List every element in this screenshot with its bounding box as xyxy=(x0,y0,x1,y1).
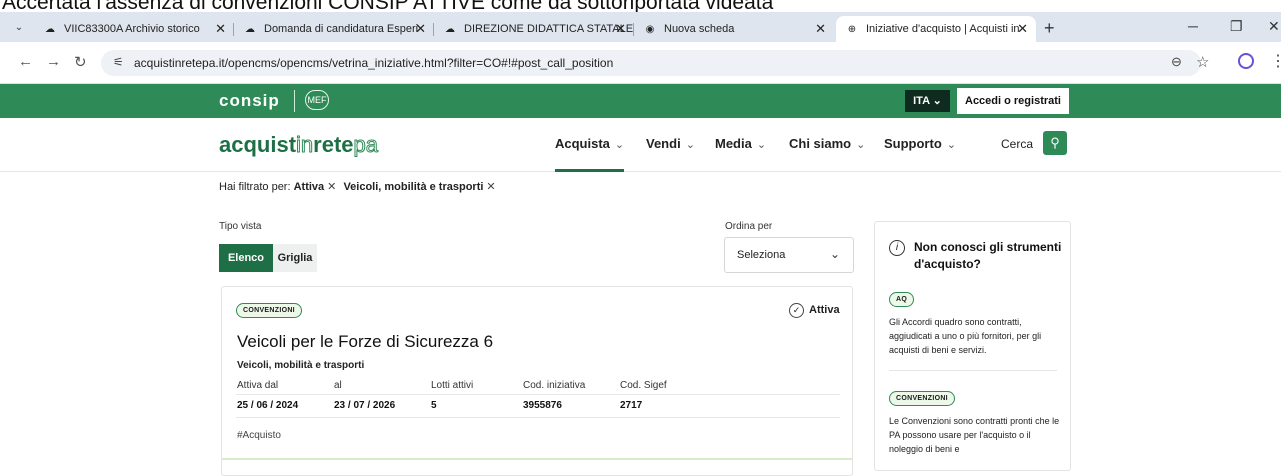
sort-value: Seleziona xyxy=(737,249,786,261)
view-list-button[interactable]: Elenco xyxy=(219,244,273,272)
filter-chip-attiva: Attiva xyxy=(293,181,325,193)
forward-icon[interactable]: → xyxy=(46,53,61,70)
chevron-down-icon: ⌄ xyxy=(932,95,942,107)
initiative-category: Veicoli, mobilità e trasporti xyxy=(237,360,365,371)
chevron-down-icon: ⌄ xyxy=(946,139,956,151)
view-grid-button[interactable]: Griglia xyxy=(273,244,317,272)
address-bar: ← → ↻ ⚟ acquistinretepa.it/opencms/openc… xyxy=(0,42,1281,84)
consip-logo[interactable]: cоnsip xyxy=(219,91,280,111)
close-icon[interactable]: ✕ xyxy=(215,16,226,42)
status-badge: ✓ Attiva xyxy=(789,303,840,318)
field-value: 2717 xyxy=(620,400,643,411)
sidebar-title: Non conosci gli strumenti d'acquisto? xyxy=(914,240,1062,271)
aq-badge: AQ xyxy=(889,292,915,307)
cloud-icon: ☁ xyxy=(245,24,255,35)
remove-filter-icon[interactable]: ✕ xyxy=(486,181,495,193)
search-label[interactable]: Cerca xyxy=(1001,137,1033,151)
field-value: 3955876 xyxy=(523,400,562,411)
tab-archivio[interactable]: ☁ VIIC83300A Archivio storico ✕ xyxy=(34,16,234,42)
convenzioni-badge: CONVENZIONI xyxy=(889,391,955,406)
mef-logo[interactable]: MEF xyxy=(305,90,329,110)
lang-label: ITA xyxy=(913,95,930,107)
help-sidebar: i Non conosci gli strumenti d'acquisto? … xyxy=(874,221,1071,471)
tab-domanda[interactable]: ☁ Domanda di candidatura Esperi ✕ xyxy=(234,16,434,42)
tab-direzione[interactable]: ☁ DIREZIONE DIDATTICA STATALE ✕ xyxy=(434,16,634,42)
tab-label: Domanda di candidatura Esperi xyxy=(264,23,419,35)
active-filters: Hai filtrato per: Attiva ✕ Veicoli, mobil… xyxy=(219,180,500,193)
consip-topbar: cоnsip MEF ITA ⌄ Accedi o registrati xyxy=(0,84,1281,118)
chevron-down-icon: ⌄ xyxy=(856,139,866,151)
tab-label: Nuova scheda xyxy=(664,23,735,35)
filters-prefix: Hai filtrato per: xyxy=(219,181,291,193)
convenzioni-description: Le Convenzioni sono contratti pronti che… xyxy=(889,416,1060,454)
browser-tab-bar: ⌄ ☁ VIIC83300A Archivio storico ✕ ☁ Domand… xyxy=(0,12,1281,42)
tab-label: VIIC83300A Archivio storico xyxy=(64,23,200,35)
close-icon[interactable]: ✕ xyxy=(415,16,426,42)
chevron-down-icon: ⌄ xyxy=(614,139,625,151)
window-close-icon[interactable]: ✕ xyxy=(1268,18,1280,35)
chrome-icon: ◉ xyxy=(645,24,655,35)
reload-icon[interactable]: ↻ xyxy=(74,53,87,71)
profile-icon[interactable] xyxy=(1238,53,1254,69)
info-icon: i xyxy=(889,240,905,256)
close-icon[interactable]: ✕ xyxy=(615,16,626,42)
back-icon[interactable]: ← xyxy=(18,53,33,70)
nav-vendi[interactable]: Vendi ⌄ xyxy=(646,136,695,151)
convenzioni-badge: CONVENZIONI xyxy=(236,303,302,318)
menu-kebab-icon[interactable]: ⋮ xyxy=(1270,51,1281,71)
view-type-label: Tipo vista xyxy=(219,221,262,232)
url-field[interactable]: ⚟ acquistinretepa.it/opencms/opencms/vet… xyxy=(101,50,1201,76)
new-tab-icon[interactable]: + xyxy=(1044,16,1055,40)
tab-label: DIREZIONE DIDATTICA STATALE xyxy=(464,23,634,35)
cloud-icon: ☁ xyxy=(45,24,55,35)
field-label: Cod. Sigef xyxy=(620,380,667,391)
close-icon[interactable]: ✕ xyxy=(815,16,826,42)
field-value: 5 xyxy=(431,400,437,411)
login-button[interactable]: Accedi o registrati xyxy=(957,88,1069,114)
bookmark-star-icon[interactable]: ☆ xyxy=(1196,53,1209,71)
field-value: 23 / 07 / 2026 xyxy=(334,400,396,411)
initiative-card[interactable]: CONVENZIONI ✓ Attiva Veicoli per le Forze… xyxy=(221,286,853,476)
field-value: 25 / 06 / 2024 xyxy=(237,400,299,411)
tab-label: Iniziative d'acquisto | Acquisti in xyxy=(866,23,1020,35)
site-settings-icon[interactable]: ⚟ xyxy=(113,55,124,69)
nav-media[interactable]: Media ⌄ xyxy=(715,136,766,151)
chevron-down-icon: ⌄ xyxy=(756,139,767,151)
hashtag[interactable]: #Acquisto xyxy=(237,430,281,441)
tab-nuova-scheda[interactable]: ◉ Nuova scheda ✕ xyxy=(634,16,834,42)
globe-icon: ⊕ xyxy=(847,24,857,35)
tab-iniziative[interactable]: ⊕ Iniziative d'acquisto | Acquisti in ✕ xyxy=(836,16,1036,42)
chevron-down-icon: ⌄ xyxy=(685,139,695,151)
initiative-title[interactable]: Veicoli per le Forze di Sicurezza 6 xyxy=(237,332,493,352)
check-circle-icon: ✓ xyxy=(789,303,804,318)
search-icon[interactable]: ⚲ xyxy=(1043,131,1067,155)
minimize-icon[interactable]: ─ xyxy=(1188,18,1198,34)
zoom-icon[interactable]: ⊖ xyxy=(1171,54,1182,70)
field-label: Attiva dal xyxy=(237,380,279,391)
field-label: Lotti attivi xyxy=(431,380,474,391)
restore-icon[interactable]: ❐ xyxy=(1230,18,1243,35)
close-icon[interactable]: ✕ xyxy=(1017,16,1028,42)
sort-label: Ordina per xyxy=(725,221,773,232)
url-text: acquistinretepa.it/opencms/opencms/vetri… xyxy=(134,56,614,70)
cloud-icon: ☁ xyxy=(445,24,455,35)
main-navigation: acquistinretepa Acquista ⌄ Vendi ⌄ Media ⌄ … xyxy=(0,118,1281,172)
filter-chip-veicoli: Veicoli, mobilità e trasporti xyxy=(343,181,484,193)
field-label: Cod. iniziativa xyxy=(523,380,586,391)
tab-search-icon[interactable]: ⌄ xyxy=(8,18,30,38)
nav-chi-siamo[interactable]: Chi siamo ⌄ xyxy=(789,136,865,151)
field-label: al xyxy=(334,380,342,391)
remove-filter-icon[interactable]: ✕ xyxy=(327,181,336,193)
acquistinretepa-logo[interactable]: acquistinretepa xyxy=(219,132,379,158)
aq-description: Gli Accordi quadro sono contratti, aggiu… xyxy=(889,317,1042,355)
sort-select[interactable]: Seleziona ⌄ xyxy=(724,237,854,273)
nav-acquista[interactable]: Acquista ⌄ xyxy=(555,136,625,172)
chevron-down-icon: ⌄ xyxy=(829,247,840,261)
nav-supporto[interactable]: Supporto ⌄ xyxy=(884,136,956,151)
language-select[interactable]: ITA ⌄ xyxy=(905,90,950,112)
